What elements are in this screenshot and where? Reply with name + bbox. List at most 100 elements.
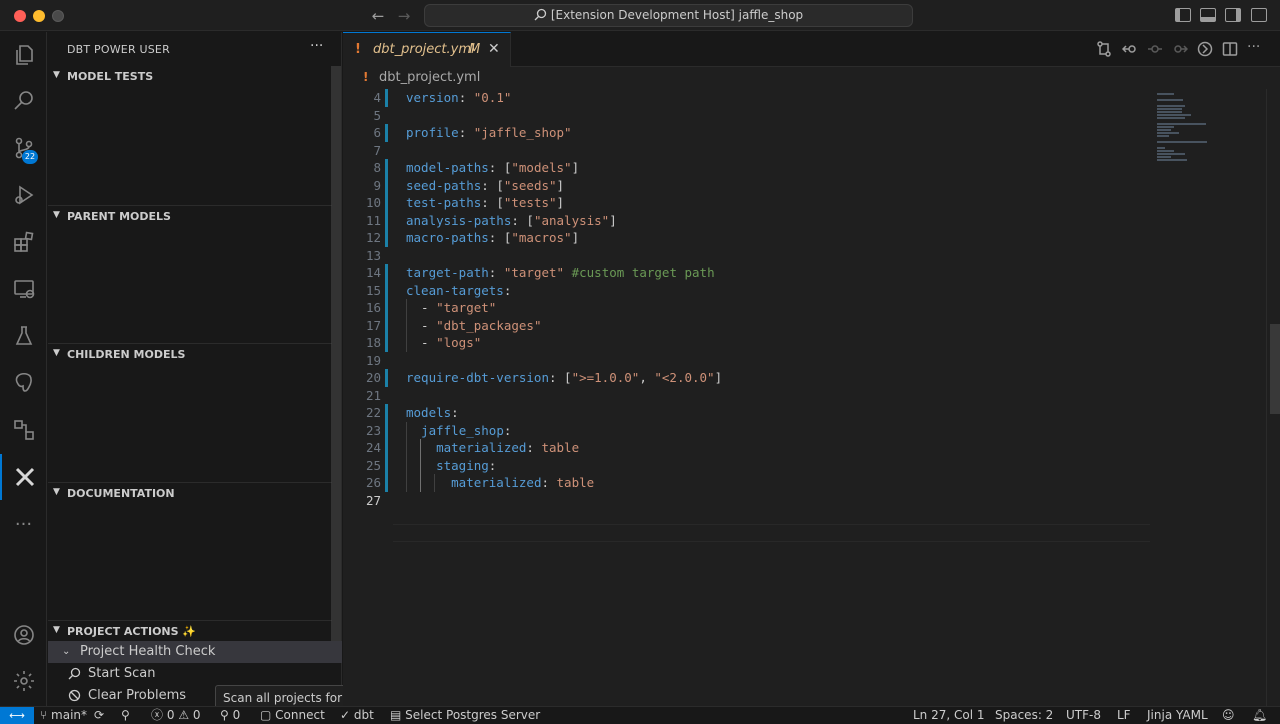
code-line[interactable]: 24 materialized: table: [343, 439, 1280, 457]
branch-status[interactable]: ⑂ main*: [40, 707, 87, 724]
sidebar-scrollbar[interactable]: [331, 66, 341, 652]
timeline-forward-icon[interactable]: [1172, 41, 1189, 57]
code-line[interactable]: 10 test-paths: ["tests"]: [343, 194, 1280, 212]
toggle-primary-sidebar-icon[interactable]: [1175, 8, 1191, 22]
encoding-status[interactable]: UTF-8: [1066, 707, 1101, 724]
git-modified-marker[interactable]: [385, 439, 388, 457]
scrollbar-thumb[interactable]: [1270, 324, 1280, 414]
timeline-back-icon[interactable]: [1121, 41, 1138, 57]
ports-status[interactable]: ⚲ 0: [220, 707, 240, 724]
code-line[interactable]: 17 - "dbt_packages": [343, 316, 1280, 334]
code-line[interactable]: 16 - "target": [343, 299, 1280, 317]
dbt-status[interactable]: ✓ dbt: [340, 707, 374, 724]
code-line[interactable]: 26 materialized: table: [343, 474, 1280, 492]
sync-icon[interactable]: ⟳: [94, 707, 104, 724]
dbt-run-icon[interactable]: [1197, 41, 1213, 57]
code-line[interactable]: 6 profile: "jaffle_shop": [343, 124, 1280, 142]
extensions-icon[interactable]: [0, 219, 47, 265]
git-modified-marker[interactable]: [385, 159, 388, 177]
code-line[interactable]: 8 model-paths: ["models"]: [343, 159, 1280, 177]
testing-icon[interactable]: [0, 313, 47, 359]
run-debug-icon[interactable]: [0, 172, 47, 218]
problems-status[interactable]: ⓧ 0 ⚠ 0: [151, 707, 201, 724]
command-center[interactable]: [Extension Development Host] jaffle_shop: [424, 4, 913, 27]
code-line[interactable]: 18 - "logs": [343, 334, 1280, 352]
connect-status[interactable]: ▢ Connect: [260, 707, 325, 724]
git-modified-marker[interactable]: [385, 194, 388, 212]
git-modified-marker[interactable]: [385, 316, 388, 334]
code-line[interactable]: 21: [343, 387, 1280, 405]
copilot-icon[interactable]: ☺: [1222, 707, 1235, 724]
tab-dbt-project-yml[interactable]: ! dbt_project.yml M ✕: [343, 32, 511, 67]
section-documentation[interactable]: ▼ DOCUMENTATION: [48, 482, 332, 504]
git-modified-marker[interactable]: [385, 369, 388, 387]
timeline-node-icon[interactable]: [1147, 41, 1163, 57]
open-changes-icon[interactable]: [1096, 41, 1112, 57]
git-modified-marker[interactable]: [385, 89, 388, 107]
db-server-status[interactable]: ▤ Select Postgres Server: [390, 707, 540, 724]
section-model-tests[interactable]: ▼ MODEL TESTS: [48, 66, 332, 88]
window-close-button[interactable]: [14, 10, 26, 22]
tree-item-project-health-check[interactable]: ⌄ Project Health Check: [48, 641, 342, 663]
customize-layout-icon[interactable]: [1251, 8, 1267, 22]
code-line[interactable]: 11 analysis-paths: ["analysis"]: [343, 211, 1280, 229]
more-actions-icon[interactable]: ···: [1247, 40, 1263, 57]
back-arrow-icon[interactable]: ←: [368, 6, 388, 26]
section-project-actions[interactable]: ▼ PROJECT ACTIONS ✨: [48, 620, 332, 642]
git-modified-marker[interactable]: [385, 299, 388, 317]
dbt-power-user-icon[interactable]: [0, 454, 47, 500]
search-icon[interactable]: [0, 78, 47, 124]
split-editor-icon[interactable]: [1222, 41, 1238, 57]
section-children-models[interactable]: ▼ CHILDREN MODELS: [48, 343, 332, 365]
remote-explorer-icon[interactable]: [0, 266, 47, 312]
git-modified-marker[interactable]: [385, 456, 388, 474]
code-line[interactable]: 25 staging:: [343, 456, 1280, 474]
breadcrumb-item[interactable]: dbt_project.yml: [379, 70, 480, 85]
toggle-secondary-sidebar-icon[interactable]: [1225, 8, 1241, 22]
accounts-icon[interactable]: [0, 612, 47, 658]
postgres-icon[interactable]: [0, 360, 47, 406]
explorer-icon[interactable]: [0, 32, 47, 78]
code-line[interactable]: 7: [343, 142, 1280, 160]
code-line[interactable]: 23 jaffle_shop:: [343, 421, 1280, 439]
git-modified-marker[interactable]: [385, 229, 388, 247]
git-modified-marker[interactable]: [385, 124, 388, 142]
git-modified-marker[interactable]: [385, 176, 388, 194]
git-modified-marker[interactable]: [385, 421, 388, 439]
window-maximize-button[interactable]: [52, 10, 64, 22]
code-line[interactable]: 22 models:: [343, 404, 1280, 422]
language-mode[interactable]: Jinja YAML: [1147, 707, 1208, 724]
forward-arrow-icon[interactable]: →: [394, 6, 414, 26]
close-icon[interactable]: ✕: [488, 41, 500, 57]
remote-indicator[interactable]: ⟷: [0, 707, 34, 724]
code-line[interactable]: 12 macro-paths: ["macros"]: [343, 229, 1280, 247]
toggle-panel-icon[interactable]: [1200, 8, 1216, 22]
git-modified-marker[interactable]: [385, 474, 388, 492]
minimap[interactable]: [1153, 89, 1263, 209]
cursor-position[interactable]: Ln 27, Col 1: [913, 707, 985, 724]
code-line[interactable]: 15 clean-targets:: [343, 281, 1280, 299]
code-line[interactable]: 27: [343, 492, 1280, 510]
git-modified-marker[interactable]: [385, 281, 388, 299]
source-control-icon[interactable]: 22: [0, 125, 47, 171]
code-line[interactable]: 9 seed-paths: ["seeds"]: [343, 176, 1280, 194]
window-minimize-button[interactable]: [33, 10, 45, 22]
code-line[interactable]: 4 version: "0.1": [343, 89, 1280, 107]
tree-item-start-scan[interactable]: Start Scan: [48, 663, 342, 685]
git-modified-marker[interactable]: [385, 404, 388, 422]
git-modified-marker[interactable]: [385, 334, 388, 352]
indentation-status[interactable]: Spaces: 2: [995, 707, 1053, 724]
git-graph-icon[interactable]: ⚲: [121, 707, 130, 724]
eol-status[interactable]: LF: [1117, 707, 1131, 724]
more-actions-icon[interactable]: ···: [310, 38, 323, 54]
git-modified-marker[interactable]: [385, 264, 388, 282]
code-line[interactable]: 14 target-path: "target" #custom target p…: [343, 264, 1280, 282]
git-modified-marker[interactable]: [385, 211, 388, 229]
editor-scrollbar[interactable]: [1266, 89, 1280, 706]
code-line[interactable]: 13: [343, 247, 1280, 265]
code-line[interactable]: 19: [343, 352, 1280, 370]
code-line[interactable]: 5: [343, 107, 1280, 125]
section-parent-models[interactable]: ▼ PARENT MODELS: [48, 205, 332, 227]
more-icon[interactable]: ···: [0, 501, 47, 547]
settings-gear-icon[interactable]: [0, 658, 47, 704]
